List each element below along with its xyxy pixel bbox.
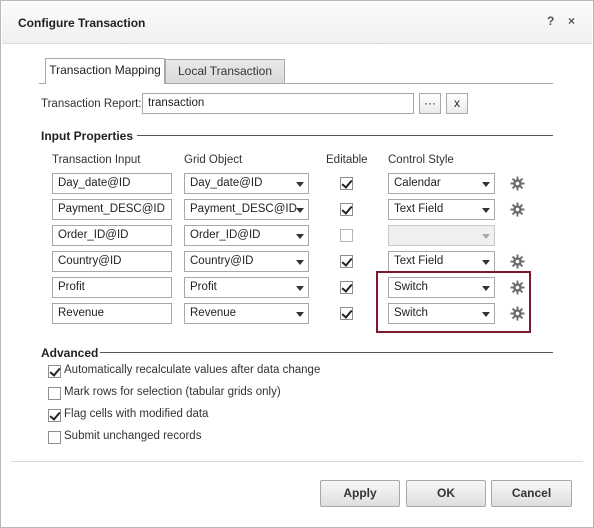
chevron-down-icon xyxy=(296,286,304,291)
editable-checkbox[interactable] xyxy=(340,229,353,242)
footer-divider xyxy=(11,461,583,462)
header-grid-object: Grid Object xyxy=(184,154,243,166)
advanced-option-label: Automatically recalculate values after d… xyxy=(64,364,321,376)
transaction-input-field[interactable]: Day_date@ID xyxy=(52,173,172,194)
transaction-report-input[interactable]: transaction xyxy=(142,93,414,114)
grid-object-value: Order_ID@ID xyxy=(190,229,261,241)
grid-object-value: Profit xyxy=(190,281,217,293)
editable-checkbox[interactable] xyxy=(340,203,353,216)
grid-object-value: Day_date@ID xyxy=(190,177,263,189)
cancel-button[interactable]: Cancel xyxy=(491,480,572,507)
advanced-option-label: Mark rows for selection (tabular grids o… xyxy=(64,386,281,398)
header-transaction-input: Transaction Input xyxy=(52,154,141,166)
help-icon[interactable]: ? xyxy=(547,14,554,28)
configure-transaction-dialog: Configure Transaction ? × Transaction Ma… xyxy=(0,0,594,528)
dialog-titlebar: Configure Transaction ? × xyxy=(2,2,592,44)
advanced-rule xyxy=(100,352,553,353)
control-style-select[interactable]: Text Field xyxy=(388,199,495,220)
advanced-option-label: Flag cells with modified data xyxy=(64,408,209,420)
transaction-input-field[interactable]: Order_ID@ID xyxy=(52,225,172,246)
grid-object-value: Revenue xyxy=(190,307,237,319)
gear-icon[interactable] xyxy=(510,176,525,191)
grid-object-value: Payment_DESC@ID xyxy=(190,203,297,215)
browse-report-button[interactable]: ··· xyxy=(419,93,441,114)
chevron-down-icon xyxy=(296,182,304,187)
control-style-select[interactable]: Calendar xyxy=(388,173,495,194)
grid-object-select[interactable]: Payment_DESC@ID xyxy=(184,199,309,220)
transaction-report-label: Transaction Report: xyxy=(41,98,142,110)
advanced-option-label: Submit unchanged records xyxy=(64,430,202,442)
tab-local-transaction[interactable]: Local Transaction xyxy=(165,59,285,83)
close-icon[interactable]: × xyxy=(568,14,575,28)
control-style-value: Calendar xyxy=(394,177,441,189)
grid-object-select[interactable]: Revenue xyxy=(184,303,309,324)
grid-object-select[interactable]: Profit xyxy=(184,277,309,298)
apply-button[interactable]: Apply xyxy=(320,480,400,507)
grid-object-select[interactable]: Order_ID@ID xyxy=(184,225,309,246)
input-properties-rule xyxy=(137,135,553,136)
dialog-title: Configure Transaction xyxy=(18,16,146,30)
control-style-value: Text Field xyxy=(394,255,444,267)
gear-icon[interactable] xyxy=(510,202,525,217)
grid-object-select[interactable]: Country@ID xyxy=(184,251,309,272)
header-control-style: Control Style xyxy=(388,154,454,166)
advanced-option-checkbox[interactable] xyxy=(48,409,61,422)
advanced-option-checkbox[interactable] xyxy=(48,431,61,444)
control-style-value: Text Field xyxy=(394,203,444,215)
chevron-down-icon xyxy=(296,312,304,317)
editable-checkbox[interactable] xyxy=(340,281,353,294)
input-properties-title: Input Properties xyxy=(41,129,134,143)
transaction-input-field[interactable]: Payment_DESC@ID xyxy=(52,199,172,220)
advanced-option-checkbox[interactable] xyxy=(48,387,61,400)
advanced-title: Advanced xyxy=(41,346,99,360)
advanced-option-checkbox[interactable] xyxy=(48,365,61,378)
chevron-down-icon xyxy=(482,208,490,213)
grid-object-value: Country@ID xyxy=(190,255,254,267)
chevron-down-icon xyxy=(296,260,304,265)
chevron-down-icon xyxy=(482,182,490,187)
editable-checkbox[interactable] xyxy=(340,177,353,190)
chevron-down-icon xyxy=(296,208,304,213)
transaction-input-field[interactable]: Revenue xyxy=(52,303,172,324)
clear-report-button[interactable]: x xyxy=(446,93,468,114)
chevron-down-icon xyxy=(482,234,490,239)
header-editable: Editable xyxy=(326,154,368,166)
transaction-input-field[interactable]: Profit xyxy=(52,277,172,298)
control-style-select[interactable]: Text Field xyxy=(388,251,495,272)
control-style-select xyxy=(388,225,495,246)
chevron-down-icon xyxy=(296,234,304,239)
grid-object-select[interactable]: Day_date@ID xyxy=(184,173,309,194)
highlight-box xyxy=(376,271,531,333)
tab-transaction-mapping[interactable]: Transaction Mapping xyxy=(45,58,165,84)
chevron-down-icon xyxy=(482,260,490,265)
editable-checkbox[interactable] xyxy=(340,255,353,268)
ok-button[interactable]: OK xyxy=(406,480,486,507)
editable-checkbox[interactable] xyxy=(340,307,353,320)
gear-icon[interactable] xyxy=(510,254,525,269)
transaction-input-field[interactable]: Country@ID xyxy=(52,251,172,272)
